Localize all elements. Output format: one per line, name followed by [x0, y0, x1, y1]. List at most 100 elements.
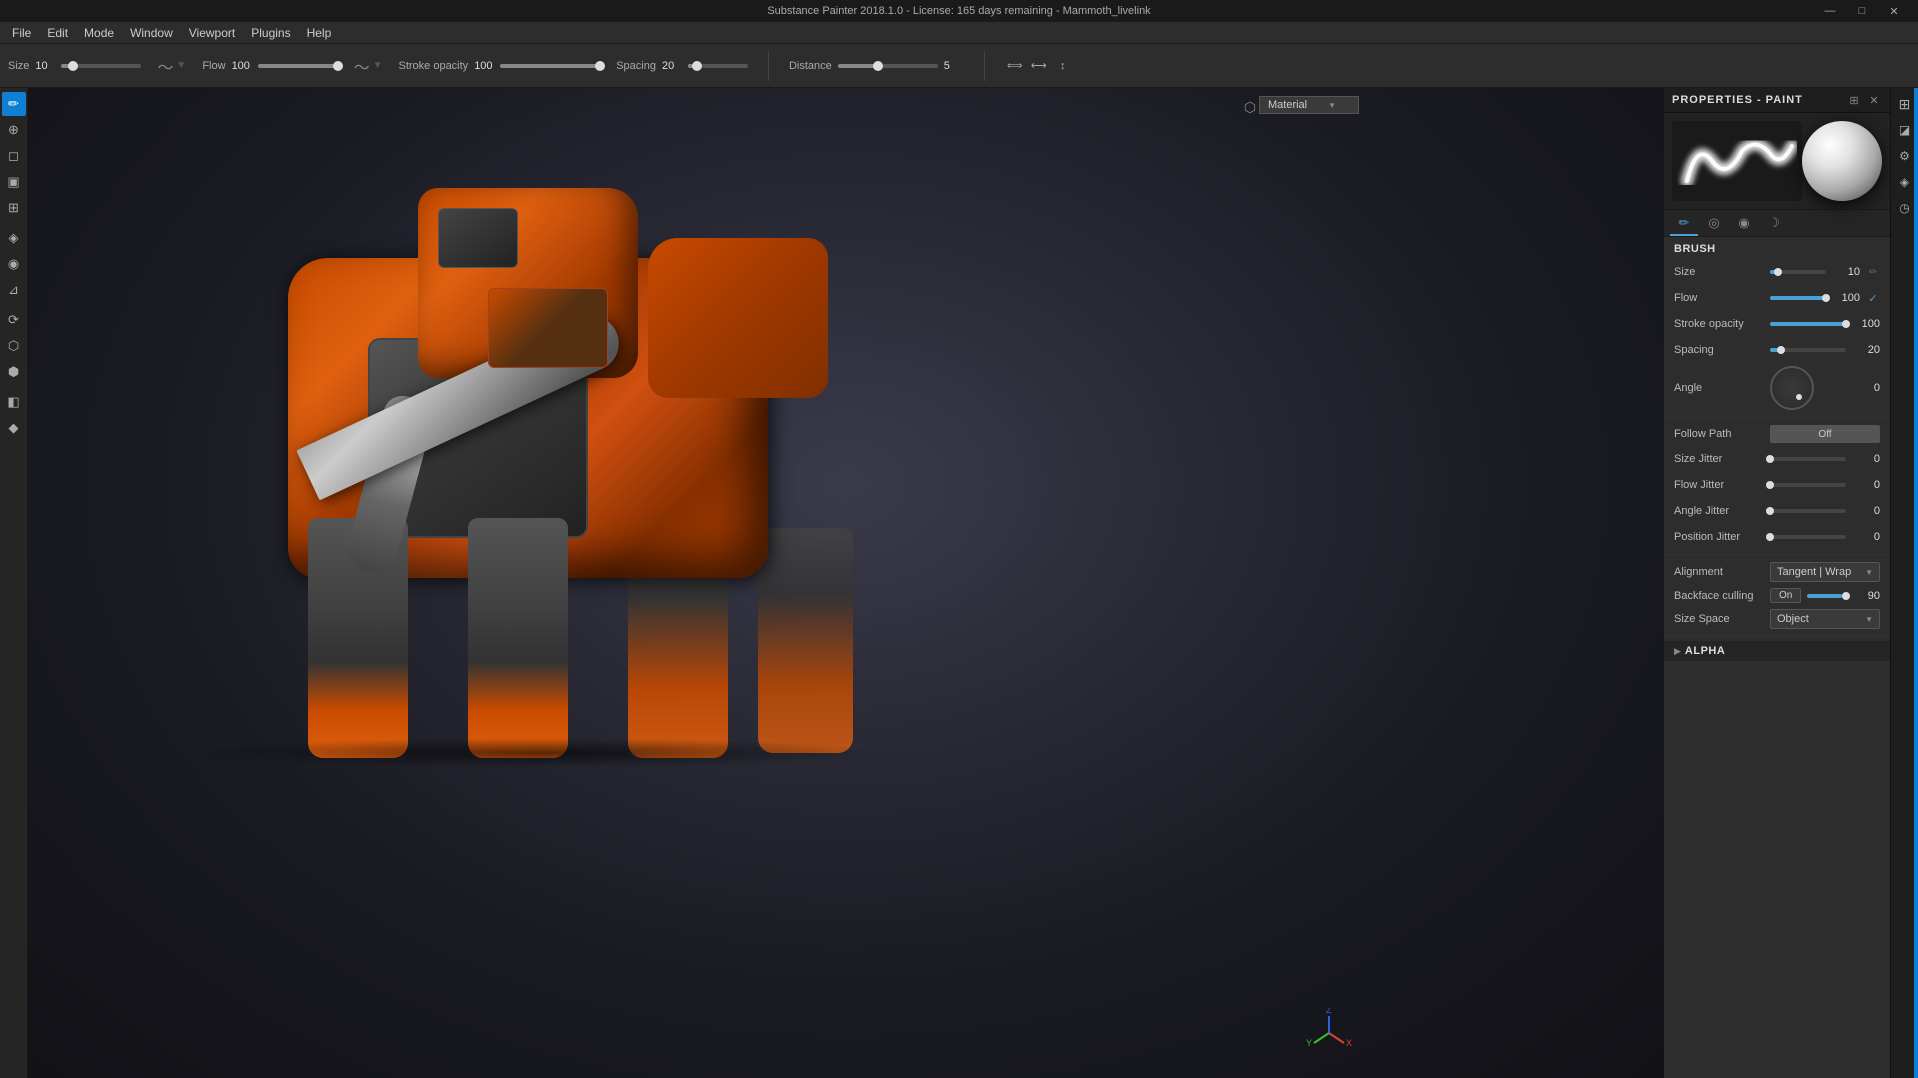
backface-culling-toggle[interactable]: On [1770, 588, 1801, 603]
stroke-opacity-group: Stroke opacity 100 [398, 60, 600, 72]
toolbar: Size 10 〜 ▼ Flow 100 〜 ▼ Stroke opacity … [0, 44, 1918, 88]
angle-dial[interactable] [1770, 366, 1814, 410]
angle-jitter-label: Angle Jitter [1674, 505, 1764, 517]
size-group: Size 10 [8, 60, 141, 72]
dodge-tool-btn[interactable]: ◉ [2, 252, 26, 276]
size-jitter-value: 0 [1852, 453, 1880, 465]
menu-mode[interactable]: Mode [76, 24, 122, 42]
uv-tool-btn[interactable]: ◧ [2, 390, 26, 414]
svg-text:Z: Z [1326, 1008, 1332, 1015]
size-slider[interactable] [61, 64, 141, 68]
spacing-prop-label: Spacing [1674, 344, 1764, 356]
tab-effects[interactable]: ☽ [1760, 212, 1788, 236]
svg-text:X: X [1346, 1038, 1352, 1048]
menu-plugins[interactable]: Plugins [243, 24, 298, 42]
history-icon-btn[interactable]: ◷ [1893, 196, 1917, 220]
layers-icon-btn[interactable]: ⊞ [1893, 92, 1917, 116]
paint-tool-btn[interactable]: ✏ [2, 92, 26, 116]
menu-edit[interactable]: Edit [39, 24, 76, 42]
flow-jitter-slider[interactable] [1770, 483, 1846, 487]
transform-tool-btn[interactable]: ⟳ [2, 308, 26, 332]
menu-file[interactable]: File [4, 24, 39, 42]
maximize-button[interactable]: □ [1846, 0, 1878, 22]
angle-row: Angle 0 [1664, 363, 1890, 413]
viewport[interactable]: ⬡ ◈ ⊞ ◻ Material ▼ X Y Z [28, 88, 1664, 1078]
spacing-label: Spacing [616, 60, 656, 72]
tab-opacity[interactable]: ◉ [1730, 212, 1758, 236]
spacing-prop-slider[interactable] [1770, 348, 1846, 352]
stroke-opacity-slider[interactable] [500, 64, 600, 68]
panel-expand-btn[interactable]: ⊞ [1846, 92, 1862, 108]
angle-jitter-value: 0 [1852, 505, 1880, 517]
symmetry-y-btn[interactable]: ⟷ [1029, 56, 1049, 76]
close-button[interactable]: ✕ [1878, 0, 1910, 22]
smudge-tool-btn[interactable]: ◈ [2, 226, 26, 250]
size-space-arrow-icon: ▼ [1865, 615, 1873, 624]
head-panel [438, 208, 518, 268]
flow-prop-slider[interactable] [1770, 296, 1826, 300]
stroke-opacity-prop-slider[interactable] [1770, 322, 1846, 326]
alignment-dropdown[interactable]: Tangent | Wrap ▼ [1770, 562, 1880, 582]
menu-viewport[interactable]: Viewport [181, 24, 243, 42]
brush-sphere-canvas [1802, 121, 1882, 201]
follow-path-toggle[interactable]: Off [1770, 425, 1880, 443]
picker-tool-btn[interactable]: ◆ [2, 416, 26, 440]
scene-object [88, 138, 1088, 898]
position-jitter-value: 0 [1852, 531, 1880, 543]
backface-culling-slider[interactable] [1807, 594, 1846, 598]
select-tool-btn[interactable]: ⊕ [2, 118, 26, 142]
divider-3 [1664, 636, 1890, 637]
position-jitter-slider[interactable] [1770, 535, 1846, 539]
stroke-opacity-label: Stroke opacity [398, 60, 468, 72]
size-jitter-slider[interactable] [1770, 457, 1846, 461]
size-label: Size [8, 60, 29, 72]
alignment-label: Alignment [1674, 566, 1764, 578]
alpha-arrow-icon: ▶ [1674, 646, 1681, 657]
fill-tool-btn[interactable]: ▣ [2, 170, 26, 194]
app-title: Substance Painter 2018.1.0 - License: 16… [767, 5, 1150, 17]
backface-culling-row: Backface culling On 90 [1664, 585, 1890, 606]
size-jitter-label: Size Jitter [1674, 453, 1764, 465]
settings-icon-btn[interactable]: ⚙ [1893, 144, 1917, 168]
left-toolbar: ✏ ⊕ ◻ ▣ ⊞ ◈ ◉ ⊿ ⟳ ⬡ ⬢ ◧ ◆ [0, 88, 28, 1078]
material-dropdown[interactable]: Material ▼ [1259, 96, 1359, 114]
size-edit-icon[interactable]: ✏ [1866, 265, 1880, 279]
effects-icon-btn[interactable]: ◈ [1893, 170, 1917, 194]
minimize-button[interactable]: — [1814, 0, 1846, 22]
mask-tool-btn[interactable]: ⬡ [2, 334, 26, 358]
symmetry-z-btn[interactable]: ↕ [1053, 56, 1073, 76]
clone-tool-btn[interactable]: ⊞ [2, 196, 26, 220]
front-right-leg [468, 518, 568, 758]
angle-dot [1796, 394, 1802, 400]
spacing-slider[interactable] [688, 64, 748, 68]
alpha-section-header[interactable]: ▶ ALPHA [1664, 641, 1890, 661]
toolbar-sep2 [984, 51, 985, 81]
textures-icon-btn[interactable]: ◪ [1893, 118, 1917, 142]
geometry-tool-btn[interactable]: ⬢ [2, 360, 26, 384]
menu-help[interactable]: Help [299, 24, 340, 42]
flow-check-icon[interactable]: ✓ [1866, 291, 1880, 305]
divider-2 [1664, 554, 1890, 555]
panel-close-btn[interactable]: ✕ [1866, 92, 1882, 108]
tab-brush[interactable]: ✏ [1670, 212, 1698, 236]
back-right-leg [758, 528, 853, 753]
menu-window[interactable]: Window [122, 24, 181, 42]
flow-slider[interactable] [258, 64, 338, 68]
follow-path-value: Off [1818, 429, 1831, 440]
brush-style-btn[interactable]: 〜 ▼ [157, 54, 186, 78]
angle-jitter-slider[interactable] [1770, 509, 1846, 513]
flow-jitter-label: Flow Jitter [1674, 479, 1764, 491]
size-space-dropdown[interactable]: Object ▼ [1770, 609, 1880, 629]
size-prop-value: 10 [1832, 266, 1860, 278]
size-prop-slider[interactable] [1770, 270, 1826, 274]
right-side-panel: PROPERTIES - PAINT ⊞ ✕ [1664, 88, 1918, 1078]
flow-style-btn[interactable]: 〜 ▼ [354, 54, 383, 78]
distance-slider[interactable] [838, 64, 938, 68]
tab-material[interactable]: ◎ [1700, 212, 1728, 236]
symmetry-x-btn[interactable]: ⟺ [1005, 56, 1025, 76]
angle-prop-value: 0 [1852, 382, 1880, 394]
size-space-row: Size Space Object ▼ [1664, 606, 1890, 632]
eraser-tool-btn[interactable]: ◻ [2, 144, 26, 168]
backface-culling-value: 90 [1852, 590, 1880, 602]
measure-tool-btn[interactable]: ⊿ [2, 278, 26, 302]
